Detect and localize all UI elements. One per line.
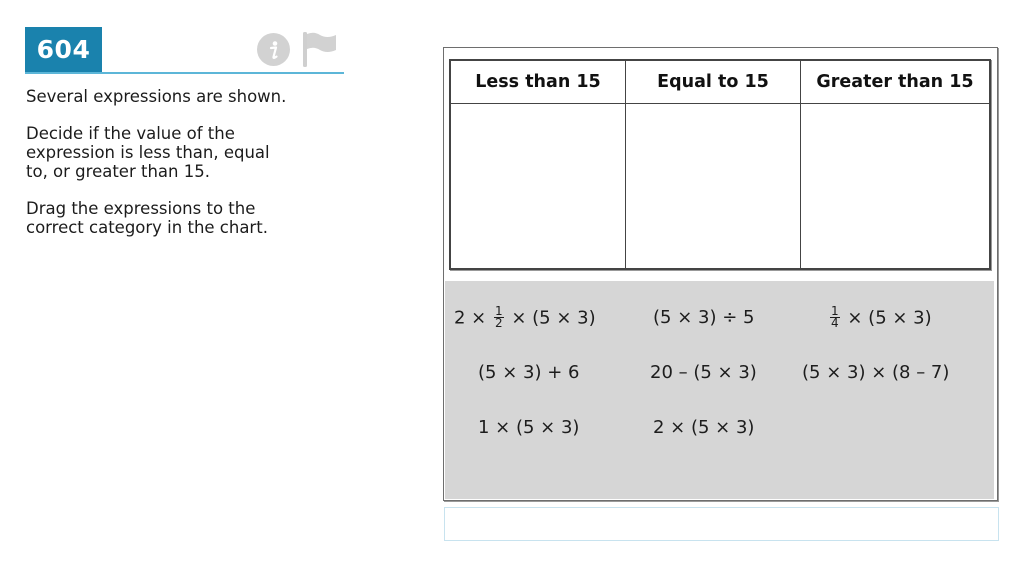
stem-line: Several expressions are shown. [26,87,287,106]
fraction-denominator: 4 [831,316,839,330]
drag-drop-container: Less than 15 Equal to 15 Greater than 15… [443,47,998,501]
stem-line: Decide if the value of the [26,124,235,143]
stem-line: expression is less than, equal [26,143,270,162]
header-equal-to-15: Equal to 15 [625,60,801,104]
stem-paragraph-2: Decide if the value of the expression is… [26,124,346,181]
header-divider [25,72,344,74]
draggable-expression[interactable]: 14 × (5 × 3) [828,305,932,330]
expression-text: 2 × [454,307,492,329]
draggable-expression[interactable]: (5 × 3) + 6 [478,362,579,383]
stem-paragraph-3: Drag the expressions to the correct cate… [26,199,346,237]
drop-zone-greater-than-15[interactable] [800,103,990,269]
flag-icon[interactable] [302,30,338,68]
question-number: 604 [25,27,102,72]
expression-text: (5 × 3) + 6 [478,362,580,383]
category-chart: Less than 15 Equal to 15 Greater than 15 [449,59,991,270]
draggable-expression[interactable]: 2 × 12 × (5 × 3) [454,305,596,330]
stem-line: Drag the expressions to the [26,199,256,218]
draggable-expression[interactable]: (5 × 3) × (8 – 7) [802,362,949,383]
response-box [444,507,999,541]
expression-pool: 2 × 12 × (5 × 3) (5 × 3) ÷ 5 14 × (5 × 3… [445,281,994,499]
expression-text: 1 × (5 × 3) [478,417,580,438]
expression-text: (5 × 3) × (8 – 7) [802,362,950,383]
expression-text: 20 – (5 × 3) [650,362,757,383]
draggable-expression[interactable]: 2 × (5 × 3) [653,417,754,438]
drop-zone-equal-to-15[interactable] [625,103,801,269]
expression-text: 2 × (5 × 3) [653,417,755,438]
fraction: 14 [830,305,840,330]
fraction-denominator: 2 [494,316,503,330]
expression-text: × (5 × 3) [505,307,596,329]
draggable-expression[interactable]: 1 × (5 × 3) [478,417,579,438]
header-less-than-15: Less than 15 [450,60,626,104]
stem-line: to, or greater than 15. [26,162,210,181]
stem-paragraph-1: Several expressions are shown. [26,87,346,106]
expression-text: (5 × 3) ÷ 5 [653,307,755,328]
header-greater-than-15: Greater than 15 [800,60,990,104]
stem-line: correct category in the chart. [26,218,268,237]
expression-text: × (5 × 3) [841,307,932,329]
draggable-expression[interactable]: (5 × 3) ÷ 5 [653,307,754,328]
drop-zone-less-than-15[interactable] [450,103,626,269]
info-icon[interactable] [257,33,290,66]
fraction: 12 [493,305,504,330]
draggable-expression[interactable]: 20 – (5 × 3) [650,362,757,383]
